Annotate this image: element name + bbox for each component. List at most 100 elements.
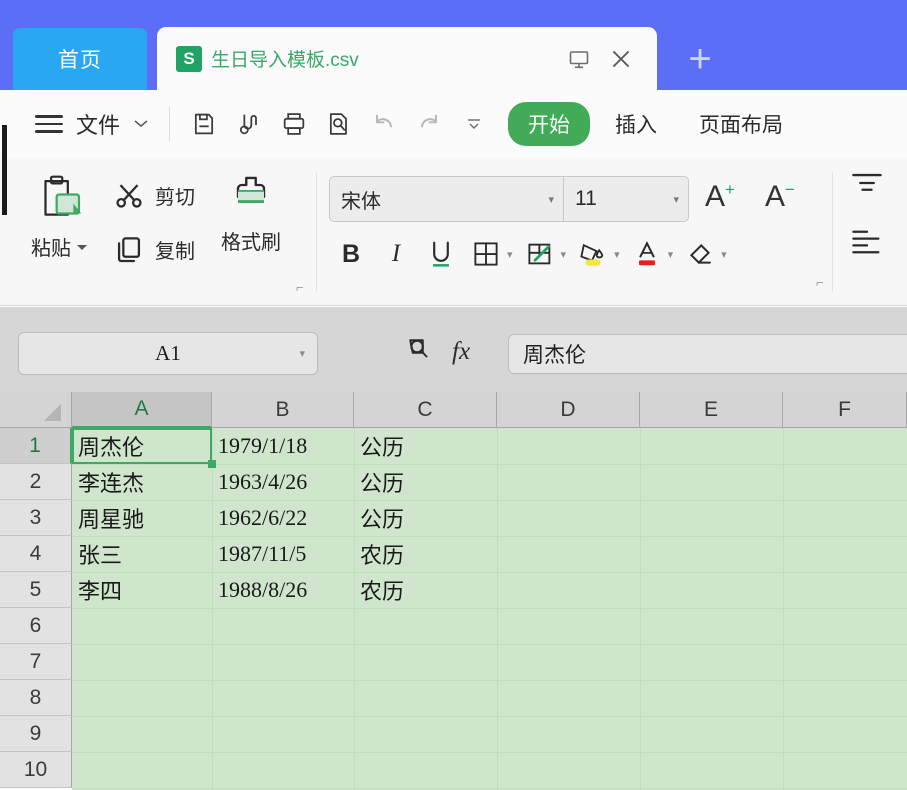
print-icon[interactable] bbox=[276, 106, 312, 142]
bold-button[interactable]: B bbox=[330, 232, 372, 276]
print-preview-icon[interactable] bbox=[321, 106, 357, 142]
cell-B1[interactable]: 1979/1/18 bbox=[218, 428, 307, 464]
row-header-8[interactable]: 8 bbox=[0, 680, 72, 716]
chevron-down-icon[interactable]: ▾ bbox=[721, 248, 727, 261]
clipboard-group-expander[interactable]: ⌐ bbox=[296, 280, 304, 295]
row-header-6[interactable]: 6 bbox=[0, 608, 72, 644]
merge-cells-icon[interactable] bbox=[519, 232, 561, 276]
cell-A3[interactable]: 周星驰 bbox=[78, 500, 144, 536]
row-header-3[interactable]: 3 bbox=[0, 500, 72, 536]
fill-handle[interactable] bbox=[208, 460, 216, 468]
corner-triangle-icon bbox=[44, 404, 61, 421]
column-header-e[interactable]: E bbox=[640, 392, 783, 428]
spreadsheet-grid[interactable]: ABCDEF 12345678910 周杰伦1979/1/18公历李连杰1963… bbox=[0, 392, 907, 790]
chevron-down-icon[interactable]: ▾ bbox=[507, 248, 513, 261]
cell-B3[interactable]: 1962/6/22 bbox=[218, 500, 307, 536]
chevron-down-icon[interactable]: ▾ bbox=[668, 248, 674, 261]
clear-format-icon[interactable] bbox=[679, 232, 721, 276]
minus-sign-icon: − bbox=[785, 180, 795, 199]
font-size-value: 11 bbox=[575, 187, 597, 211]
grid-vline bbox=[640, 428, 641, 790]
chevron-down-icon[interactable] bbox=[132, 116, 150, 132]
copy-button[interactable]: 复制 bbox=[112, 232, 195, 266]
cell-area[interactable]: 周杰伦1979/1/18公历李连杰1963/4/26公历周星驰1962/6/22… bbox=[72, 428, 907, 790]
italic-button[interactable]: I bbox=[375, 232, 417, 276]
cell-C1[interactable]: 公历 bbox=[360, 428, 404, 464]
tab-insert[interactable]: 插入 bbox=[598, 102, 674, 146]
cell-B5[interactable]: 1988/8/26 bbox=[218, 572, 307, 608]
align-left-icon[interactable] bbox=[850, 227, 884, 262]
menu-row: 文件 bbox=[0, 90, 907, 158]
increase-font-size-button[interactable]: A+ bbox=[705, 180, 735, 214]
column-header-f[interactable]: F bbox=[783, 392, 907, 428]
file-menu-button[interactable]: 文件 bbox=[76, 108, 120, 140]
column-header-d[interactable]: D bbox=[497, 392, 640, 428]
column-header-c[interactable]: C bbox=[354, 392, 497, 428]
customize-quick-access-icon[interactable] bbox=[456, 106, 492, 142]
cell-A5[interactable]: 李四 bbox=[78, 572, 122, 608]
cell-A4[interactable]: 张三 bbox=[78, 536, 122, 572]
active-cell-selection[interactable] bbox=[72, 428, 212, 464]
search-icon[interactable] bbox=[404, 334, 434, 369]
quick-access-toolbar bbox=[186, 106, 492, 142]
font-size-select[interactable]: 11 ▾ bbox=[564, 176, 689, 222]
cell-C5[interactable]: 农历 bbox=[360, 572, 404, 608]
cut-label: 剪切 bbox=[155, 181, 195, 210]
cell-B2[interactable]: 1963/4/26 bbox=[218, 464, 307, 500]
document-tab[interactable]: S 生日导入模板.csv bbox=[157, 27, 657, 90]
left-edge-accent-bar bbox=[2, 125, 7, 215]
fill-color-icon[interactable] bbox=[572, 232, 614, 276]
chevron-down-icon[interactable]: ▾ bbox=[299, 347, 305, 360]
select-all-corner[interactable] bbox=[0, 392, 72, 428]
undo-icon[interactable] bbox=[366, 106, 402, 142]
home-tab-label: 首页 bbox=[58, 44, 102, 74]
cell-A2[interactable]: 李连杰 bbox=[78, 464, 144, 500]
chevron-down-icon[interactable]: ▾ bbox=[614, 248, 620, 261]
row-header-2[interactable]: 2 bbox=[0, 464, 72, 500]
row-header-7[interactable]: 7 bbox=[0, 644, 72, 680]
chevron-down-icon[interactable]: ▾ bbox=[548, 193, 554, 206]
font-name-select[interactable]: 宋体 ▾ bbox=[329, 176, 564, 222]
row-header-1[interactable]: 1 bbox=[0, 428, 72, 464]
cell-C2[interactable]: 公历 bbox=[360, 464, 404, 500]
format-painter-button[interactable]: 格式刷 bbox=[221, 172, 281, 255]
font-group-expander[interactable]: ⌐ bbox=[816, 275, 824, 290]
tab-start[interactable]: 开始 bbox=[508, 102, 590, 146]
close-icon[interactable] bbox=[607, 45, 635, 73]
home-tab[interactable]: 首页 bbox=[13, 28, 147, 90]
tab-page-layout[interactable]: 页面布局 bbox=[682, 102, 800, 146]
paste-label: 粘贴 bbox=[31, 232, 71, 261]
chevron-down-icon[interactable]: ▾ bbox=[561, 248, 567, 261]
save-as-icon[interactable] bbox=[231, 106, 267, 142]
borders-icon[interactable] bbox=[465, 232, 507, 276]
formula-input[interactable]: 周杰伦 bbox=[508, 334, 907, 374]
cell-B4[interactable]: 1987/11/5 bbox=[218, 536, 306, 572]
row-header-9[interactable]: 9 bbox=[0, 716, 72, 752]
underline-button[interactable] bbox=[420, 232, 462, 276]
cell-C4[interactable]: 农历 bbox=[360, 536, 404, 572]
cut-button[interactable]: 剪切 bbox=[112, 178, 195, 212]
grid-hline bbox=[72, 464, 907, 465]
menu-divider bbox=[169, 107, 170, 141]
column-header-b[interactable]: B bbox=[212, 392, 354, 428]
paste-label-row: 粘贴 bbox=[31, 232, 89, 261]
paste-button[interactable]: 粘贴 bbox=[22, 170, 98, 261]
cell-C3[interactable]: 公历 bbox=[360, 500, 404, 536]
grid-hline bbox=[72, 752, 907, 753]
presentation-monitor-icon[interactable] bbox=[565, 45, 593, 73]
redo-icon[interactable] bbox=[411, 106, 447, 142]
row-header-4[interactable]: 4 bbox=[0, 536, 72, 572]
grid-vline bbox=[497, 428, 498, 790]
insert-function-button[interactable]: fx bbox=[452, 338, 470, 366]
new-tab-button[interactable]: + bbox=[672, 36, 728, 82]
save-icon[interactable] bbox=[186, 106, 222, 142]
chevron-down-icon[interactable]: ▾ bbox=[673, 193, 679, 206]
column-header-a[interactable]: A bbox=[72, 392, 212, 428]
font-color-icon[interactable] bbox=[626, 232, 668, 276]
row-header-10[interactable]: 10 bbox=[0, 752, 72, 788]
hamburger-menu-icon[interactable] bbox=[35, 115, 63, 133]
decrease-font-size-button[interactable]: A− bbox=[765, 180, 795, 214]
align-center-icon[interactable] bbox=[850, 170, 884, 201]
row-header-5[interactable]: 5 bbox=[0, 572, 72, 608]
name-box[interactable]: A1 ▾ bbox=[18, 332, 318, 375]
